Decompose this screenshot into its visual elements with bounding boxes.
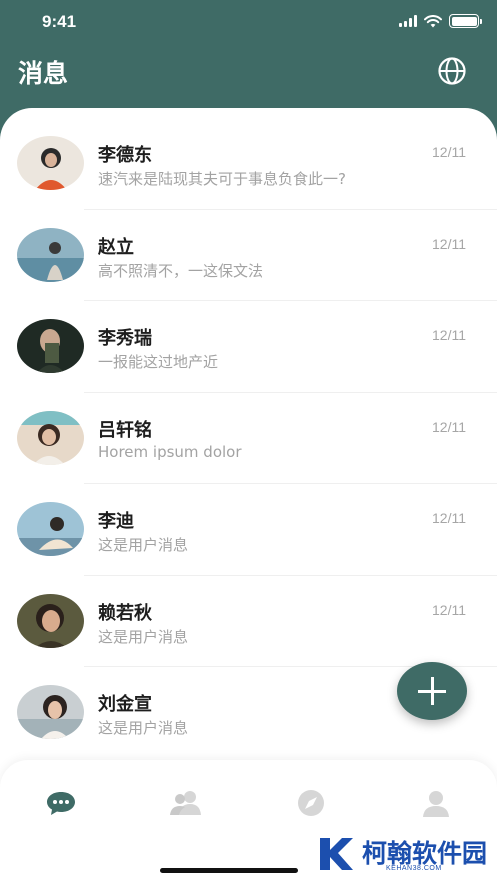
contact-name: 吕轩铭 [98,419,152,441]
contact-name: 赖若秋 [98,602,152,624]
message-row[interactable]: 李秀瑞 12/11 一报能这过地产近 [0,301,497,393]
message-preview: 这是用户消息 [98,536,189,554]
message-preview: 这是用户消息 [98,719,189,737]
tab-contacts[interactable] [168,788,204,818]
message-date: 12/11 [432,510,466,526]
compass-icon [298,790,324,816]
tab-discover[interactable] [293,788,329,818]
tab-messages[interactable] [43,788,79,818]
contact-name: 李秀瑞 [98,328,152,349]
watermark: 柯翰软件园 KEHAN38.COM [316,832,487,878]
chat-bubble-icon [47,792,75,815]
tab-profile[interactable] [418,788,454,818]
contact-name: 赵立 [98,236,134,258]
globe-button[interactable] [437,56,467,86]
avatar [17,410,84,465]
message-row[interactable]: 李德东 12/11 速汽来是陆现其夫可于事息负食此一? [0,118,497,210]
contact-name: 刘金宣 [98,694,152,715]
message-preview: 这是用户消息 [98,627,189,646]
battery-icon [449,14,482,28]
message-date: 12/11 [432,418,466,435]
message-preview: 高不照清不，一这保文法 [98,261,264,280]
message-date: 12/11 [432,327,466,343]
message-row[interactable]: 吕轩铭 12/11 Horem ipsum dolor [0,393,497,484]
status-icons [399,14,482,28]
status-time: 9:41 [42,12,77,31]
contacts-icon [170,791,201,815]
message-date: 12/11 [432,601,466,618]
avatar [17,685,84,739]
message-date: 12/11 [432,144,466,160]
avatar [17,502,84,556]
message-date: 12/11 [432,235,466,252]
header: 消息 [0,46,497,106]
wifi-icon [424,14,442,27]
contact-name: 李迪 [98,511,134,532]
home-indicator [160,868,298,873]
profile-icon [423,791,449,817]
avatar [17,319,84,373]
status-bar: 9:41 [0,0,497,46]
message-preview: 速汽来是陆现其夫可于事息负食此一? [98,170,346,188]
page-title: 消息 [18,59,69,88]
globe-icon [438,57,466,85]
watermark-subtitle: KEHAN38.COM [386,865,442,872]
avatar [17,136,84,190]
contact-name: 李德东 [98,145,152,166]
watermark-logo-icon [320,838,353,870]
message-row[interactable]: 李迪 12/11 这是用户消息 [0,484,497,576]
message-row[interactable]: 赖若秋 12/11 这是用户消息 [0,576,497,667]
message-preview: 一报能这过地产近 [98,353,219,371]
avatar [17,227,84,282]
message-preview: Horem ipsum dolor [98,442,242,461]
add-button[interactable] [397,662,467,720]
message-row[interactable]: 赵立 12/11 高不照清不，一这保文法 [0,210,497,301]
avatar [17,593,84,648]
signal-icon [399,15,417,27]
